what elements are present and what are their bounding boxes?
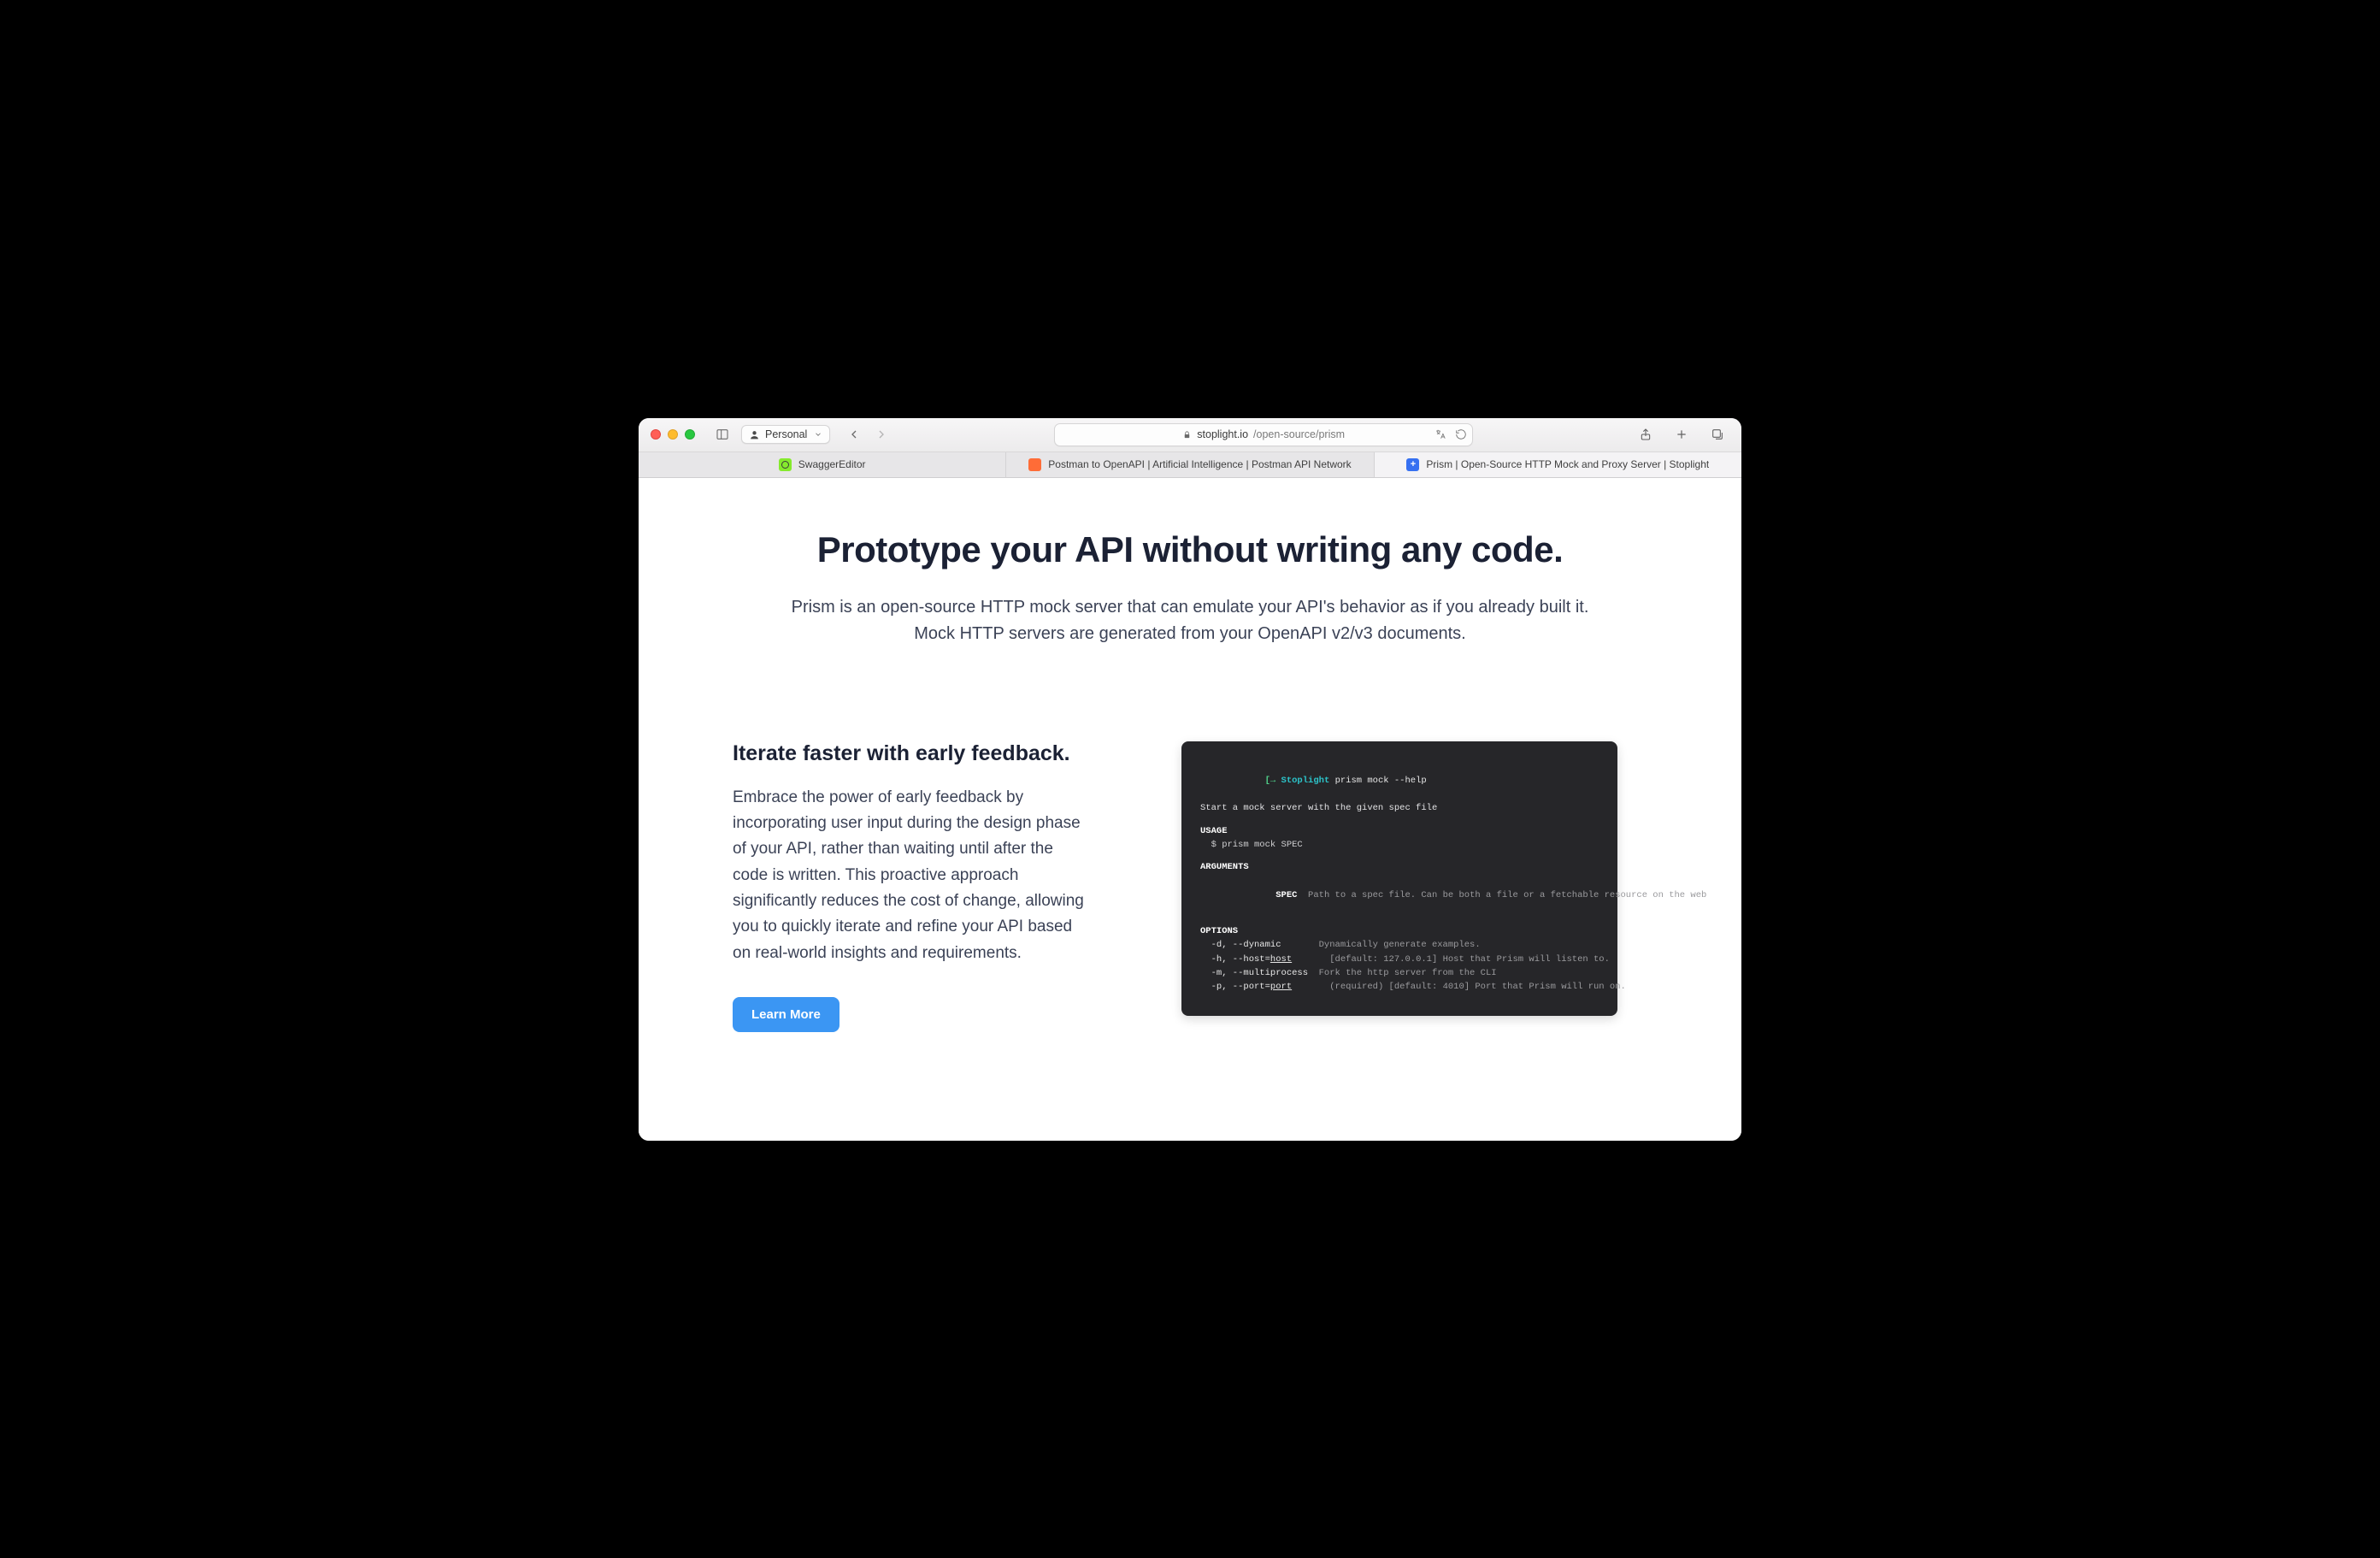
tab-label: Postman to OpenAPI | Artificial Intellig… xyxy=(1048,458,1351,470)
option-row: -m, --multiprocess Fork the http server … xyxy=(1200,966,1599,980)
options-heading: OPTIONS xyxy=(1200,924,1599,938)
terminal: [→ Stoplight prism mock --help Start a m… xyxy=(1181,741,1617,1017)
option-row: -h, --host=host [default: 127.0.0.1] Hos… xyxy=(1200,953,1599,966)
person-icon xyxy=(749,429,760,440)
terminal-command: prism mock --help xyxy=(1335,776,1427,786)
traffic-lights xyxy=(651,429,695,440)
feature-body: Embrace the power of early feedback by i… xyxy=(733,785,1092,967)
address-host: stoplight.io xyxy=(1197,428,1248,440)
usage-heading: USAGE xyxy=(1200,824,1599,838)
stoplight-favicon-icon xyxy=(1406,458,1419,471)
profile-label: Personal xyxy=(765,428,807,440)
new-tab-button[interactable] xyxy=(1670,423,1694,446)
hero-title: Prototype your API without writing any c… xyxy=(733,529,1647,570)
feature-text: Iterate faster with early feedback. Embr… xyxy=(733,741,1092,1033)
prompt-host: Stoplight xyxy=(1281,776,1330,786)
option-row: -d, --dynamic Dynamically generate examp… xyxy=(1200,938,1599,952)
terminal-illustration: [→ Stoplight prism mock --help Start a m… xyxy=(1152,741,1647,1017)
arg-desc: Path to a spec file. Can be both a file … xyxy=(1297,890,1706,900)
back-button[interactable] xyxy=(842,423,866,446)
arg-name: SPEC xyxy=(1265,890,1298,900)
arguments-heading: ARGUMENTS xyxy=(1200,860,1599,874)
fullscreen-window-button[interactable] xyxy=(685,429,695,440)
tab-label: SwaggerEditor xyxy=(798,458,866,470)
browser-window: Personal stoplight.io/open-source/prism xyxy=(639,418,1741,1141)
learn-more-button[interactable]: Learn More xyxy=(733,997,839,1032)
translate-icon[interactable] xyxy=(1434,428,1446,440)
share-button[interactable] xyxy=(1634,423,1658,446)
tab-postman[interactable]: Postman to OpenAPI | Artificial Intellig… xyxy=(1006,452,1374,477)
swagger-favicon-icon xyxy=(779,458,792,471)
feature-title: Iterate faster with early feedback. xyxy=(733,741,1092,766)
tab-swagger[interactable]: SwaggerEditor xyxy=(639,452,1006,477)
hero-subtitle: Prism is an open-source HTTP mock server… xyxy=(780,594,1600,647)
forward-button[interactable] xyxy=(869,423,893,446)
minimize-window-button[interactable] xyxy=(668,429,678,440)
chevron-down-icon xyxy=(814,430,822,439)
prompt-arrow-icon: [→ xyxy=(1265,776,1281,786)
nav-buttons xyxy=(842,423,893,446)
lock-icon xyxy=(1182,430,1192,440)
tab-stoplight[interactable]: Prism | Open-Source HTTP Mock and Proxy … xyxy=(1375,452,1741,477)
address-path: /open-source/prism xyxy=(1253,428,1345,440)
profile-switcher[interactable]: Personal xyxy=(741,425,830,444)
reload-icon[interactable] xyxy=(1455,428,1467,440)
tab-overview-button[interactable] xyxy=(1705,423,1729,446)
titlebar: Personal stoplight.io/open-source/prism xyxy=(639,418,1741,452)
terminal-description: Start a mock server with the given spec … xyxy=(1200,801,1599,815)
close-window-button[interactable] xyxy=(651,429,661,440)
option-row: -p, --port=port (required) [default: 401… xyxy=(1200,980,1599,994)
tab-label: Prism | Open-Source HTTP Mock and Proxy … xyxy=(1426,458,1709,470)
usage-line: $ prism mock SPEC xyxy=(1200,838,1599,852)
page-content: Prototype your API without writing any c… xyxy=(639,478,1741,1141)
tab-strip: SwaggerEditor Postman to OpenAPI | Artif… xyxy=(639,452,1741,478)
sidebar-toggle-button[interactable] xyxy=(710,423,734,446)
feature-section: Iterate faster with early feedback. Embr… xyxy=(733,741,1647,1033)
address-bar[interactable]: stoplight.io/open-source/prism xyxy=(1054,423,1473,446)
postman-favicon-icon xyxy=(1028,458,1041,471)
